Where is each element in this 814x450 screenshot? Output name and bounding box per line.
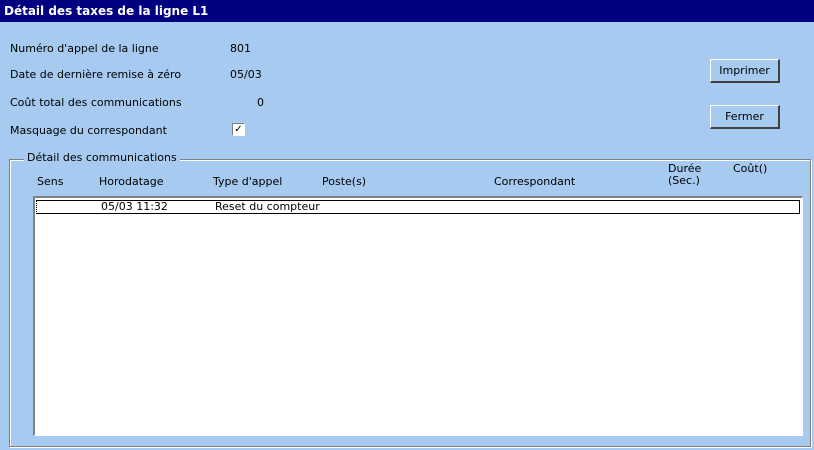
numero-label: Numéro d'appel de la ligne <box>10 42 159 55</box>
cell-horodatage: 05/03 11:32 <box>101 200 168 213</box>
window-title-bar[interactable]: Détail des taxes de la ligne L1 <box>0 0 814 22</box>
col-header-horodatage[interactable]: Horodatage <box>99 176 164 188</box>
numero-value: 801 <box>230 42 251 55</box>
imprimer-button[interactable]: Imprimer <box>710 59 780 83</box>
table-row[interactable]: 05/03 11:32 Reset du compteur <box>36 200 800 214</box>
date-value: 05/03 <box>230 68 262 81</box>
communications-list[interactable]: 05/03 11:32 Reset du compteur <box>33 196 803 436</box>
masquage-checkbox[interactable]: ✓ <box>232 123 245 136</box>
col-header-duree-unit[interactable]: (Sec.) <box>668 175 700 187</box>
masquage-label: Masquage du correspondant <box>10 124 167 137</box>
fermer-button[interactable]: Fermer <box>710 105 780 129</box>
cout-total-value: 0 <box>257 96 264 109</box>
col-header-sens[interactable]: Sens <box>37 176 63 188</box>
check-mark-icon: ✓ <box>234 124 243 135</box>
col-header-correspondant[interactable]: Correspondant <box>494 176 575 188</box>
window-title: Détail des taxes de la ligne L1 <box>4 4 209 18</box>
col-header-postes[interactable]: Poste(s) <box>322 176 366 188</box>
communications-group-title: Détail des communications <box>24 151 180 164</box>
col-header-type-appel[interactable]: Type d'appel <box>213 176 282 188</box>
cell-type-appel: Reset du compteur <box>215 200 320 213</box>
cout-total-label: Coût total des communications <box>10 96 182 109</box>
date-label: Date de dernière remise à zéro <box>10 68 182 81</box>
col-header-cout[interactable]: Coût() <box>733 163 767 175</box>
